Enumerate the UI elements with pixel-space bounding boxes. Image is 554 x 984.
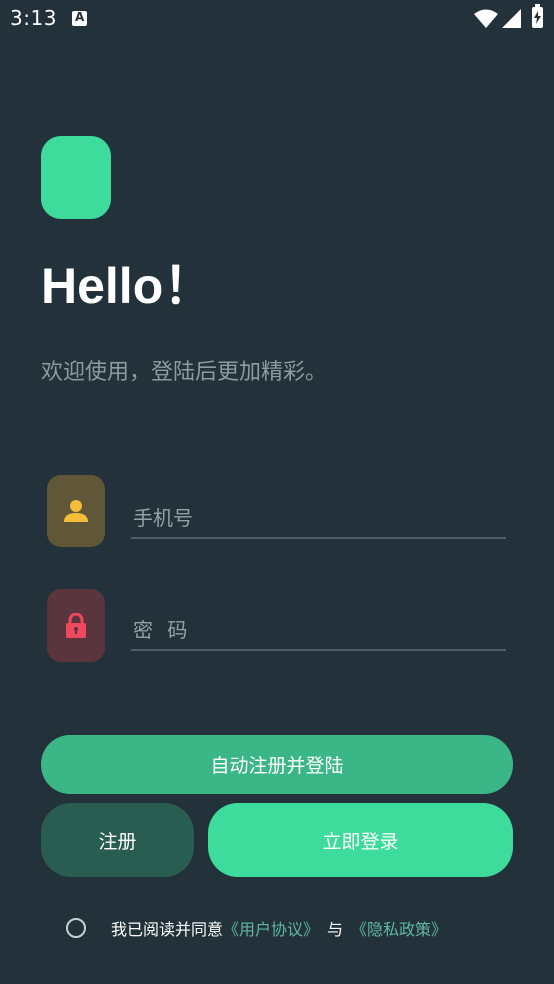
welcome-subtitle: 欢迎使用，登陆后更加精彩。 [41, 360, 328, 385]
app-logo [41, 136, 111, 219]
status-bar: 3:13 [0, 0, 554, 38]
password-input[interactable] [131, 611, 506, 651]
login-button[interactable]: 立即登录 [208, 803, 513, 877]
signal-icon [502, 9, 521, 28]
page-title: Hello！ [41, 258, 214, 314]
user-agreement-link[interactable]: 《用户协议》 [223, 916, 319, 940]
phone-field-icon-box [47, 475, 105, 547]
password-field-icon-box [47, 589, 105, 662]
privacy-policy-link[interactable]: 《隐私政策》 [351, 916, 447, 940]
lock-icon [66, 612, 86, 638]
login-screen: 3:13 Hello！ 欢迎使用，登陆后更加精彩。 自动注册并登陆 注册 立即登… [0, 0, 554, 984]
user-icon [64, 500, 88, 522]
agreement-and: 与 [327, 920, 344, 939]
phone-input[interactable] [131, 499, 506, 539]
agreement-row: 我已阅读并同意 《用户协议》 与 《隐私政策》 [66, 915, 447, 941]
register-button[interactable]: 注册 [41, 803, 194, 877]
status-time: 3:13 [10, 6, 57, 30]
agree-radio[interactable] [66, 918, 86, 938]
battery-icon [532, 4, 543, 28]
agreement-prefix: 我已阅读并同意 [111, 920, 224, 939]
wifi-icon [474, 9, 498, 28]
notification-icon [72, 10, 87, 26]
auto-register-login-button[interactable]: 自动注册并登陆 [41, 735, 513, 794]
